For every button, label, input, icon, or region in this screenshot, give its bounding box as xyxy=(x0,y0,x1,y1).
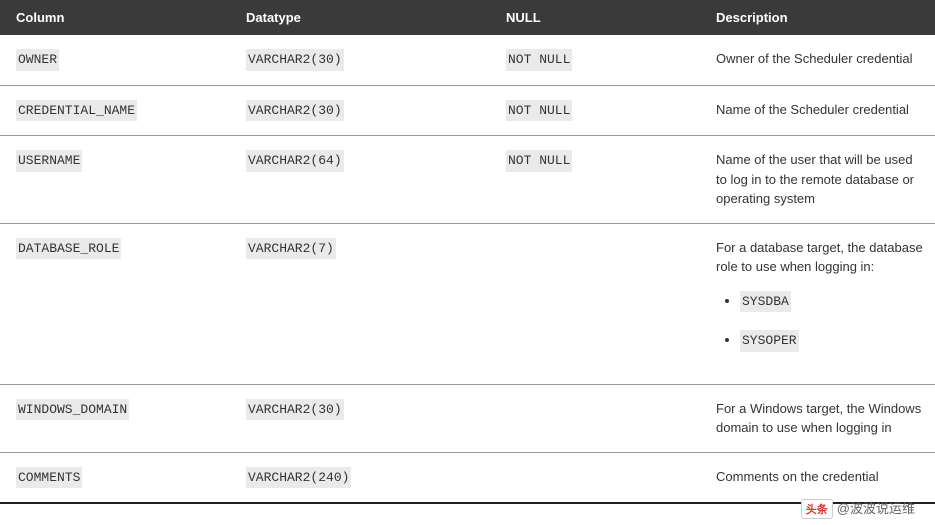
watermark-text: @波波说运维 xyxy=(837,501,915,516)
column-name: WINDOWS_DOMAIN xyxy=(16,399,129,421)
header-row: Column Datatype NULL Description xyxy=(0,0,935,35)
datatype-value: VARCHAR2(240) xyxy=(246,467,351,489)
table-row: WINDOWS_DOMAIN VARCHAR2(30) For a Windows … xyxy=(0,384,935,452)
description-text: Name of the user that will be used to lo… xyxy=(716,152,914,206)
header-column: Column xyxy=(0,0,230,35)
null-value: NOT NULL xyxy=(506,150,572,172)
cell-null xyxy=(490,223,700,384)
header-null: NULL xyxy=(490,0,700,35)
table-row: DATABASE_ROLE VARCHAR2(7) For a database t… xyxy=(0,223,935,384)
watermark-badge: 头条 xyxy=(801,499,833,519)
datatype-value: VARCHAR2(64) xyxy=(246,150,344,172)
cell-null: NOT NULL xyxy=(490,35,700,85)
table-row: OWNER VARCHAR2(30) NOT NULL Owner of the Sc… xyxy=(0,35,935,85)
cell-column: USERNAME xyxy=(0,136,230,224)
null-value: NOT NULL xyxy=(506,100,572,122)
list-item-value: SYSDBA xyxy=(740,291,791,313)
cell-column: COMMENTS xyxy=(0,452,230,503)
header-datatype: Datatype xyxy=(230,0,490,35)
cell-column: DATABASE_ROLE xyxy=(0,223,230,384)
schema-table: Column Datatype NULL Description OWNER VA… xyxy=(0,0,935,504)
cell-datatype: VARCHAR2(7) xyxy=(230,223,490,384)
column-name: DATABASE_ROLE xyxy=(16,238,121,260)
cell-datatype: VARCHAR2(30) xyxy=(230,85,490,136)
cell-null: NOT NULL xyxy=(490,136,700,224)
description-text: For a database target, the database role… xyxy=(716,240,923,275)
datatype-value: VARCHAR2(30) xyxy=(246,399,344,421)
datatype-value: VARCHAR2(7) xyxy=(246,238,336,260)
cell-null xyxy=(490,384,700,452)
column-name: OWNER xyxy=(16,49,59,71)
cell-null xyxy=(490,452,700,503)
table-row: COMMENTS VARCHAR2(240) Comments on the cre… xyxy=(0,452,935,503)
cell-column: WINDOWS_DOMAIN xyxy=(0,384,230,452)
list-item: SYSOPER xyxy=(740,330,923,352)
cell-datatype: VARCHAR2(240) xyxy=(230,452,490,503)
table-row: CREDENTIAL_NAME VARCHAR2(30) NOT NULL Name … xyxy=(0,85,935,136)
table-row: USERNAME VARCHAR2(64) NOT NULL Name of the … xyxy=(0,136,935,224)
cell-description: For a Windows target, the Windows domain… xyxy=(700,384,935,452)
column-name: COMMENTS xyxy=(16,467,82,489)
description-text: Name of the Scheduler credential xyxy=(716,102,909,117)
watermark: 头条 @波波说运维 xyxy=(801,498,915,519)
cell-datatype: VARCHAR2(30) xyxy=(230,384,490,452)
list-item-value: SYSOPER xyxy=(740,330,799,352)
cell-datatype: VARCHAR2(30) xyxy=(230,35,490,85)
cell-description: Owner of the Scheduler credential xyxy=(700,35,935,85)
cell-description: Name of the Scheduler credential xyxy=(700,85,935,136)
null-value: NOT NULL xyxy=(506,49,572,71)
cell-null: NOT NULL xyxy=(490,85,700,136)
description-list: SYSDBA SYSOPER xyxy=(716,291,923,352)
description-text: For a Windows target, the Windows domain… xyxy=(716,401,921,436)
cell-column: CREDENTIAL_NAME xyxy=(0,85,230,136)
description-text: Comments on the credential xyxy=(716,469,879,484)
cell-description: Comments on the credential xyxy=(700,452,935,503)
cell-datatype: VARCHAR2(64) xyxy=(230,136,490,224)
cell-column: OWNER xyxy=(0,35,230,85)
cell-description: Name of the user that will be used to lo… xyxy=(700,136,935,224)
datatype-value: VARCHAR2(30) xyxy=(246,49,344,71)
column-name: CREDENTIAL_NAME xyxy=(16,100,137,122)
datatype-value: VARCHAR2(30) xyxy=(246,100,344,122)
header-description: Description xyxy=(700,0,935,35)
description-text: Owner of the Scheduler credential xyxy=(716,51,913,66)
column-name: USERNAME xyxy=(16,150,82,172)
list-item: SYSDBA xyxy=(740,291,923,313)
cell-description: For a database target, the database role… xyxy=(700,223,935,384)
